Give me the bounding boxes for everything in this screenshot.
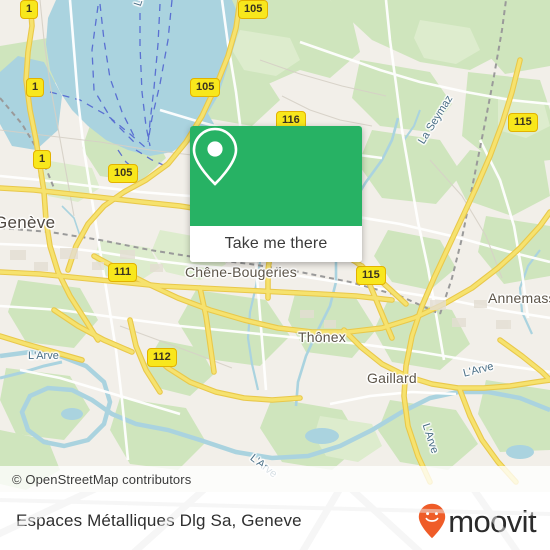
map-screenshot: 1 1 1 105 105 105 116 115 115 111 112 Genève Chêne-… — [0, 0, 550, 550]
footer-watermark — [0, 492, 550, 550]
take-me-there-label: Take me there — [224, 235, 328, 252]
destination-card[interactable]: Take me there — [190, 126, 362, 262]
footer-bar: Espaces Métalliques Dlg Sa, Geneve moovi… — [0, 492, 550, 550]
map-attribution-bar: © OpenStreetMap contributors — [0, 466, 550, 492]
destination-card-header — [190, 126, 362, 226]
osm-attribution-text: © OpenStreetMap contributors — [12, 471, 192, 487]
map-pin-icon — [192, 127, 238, 186]
take-me-there-button[interactable]: Take me there — [190, 226, 362, 262]
map-canvas[interactable]: 1 1 1 105 105 105 116 115 115 111 112 Genève Chêne-… — [0, 0, 550, 492]
